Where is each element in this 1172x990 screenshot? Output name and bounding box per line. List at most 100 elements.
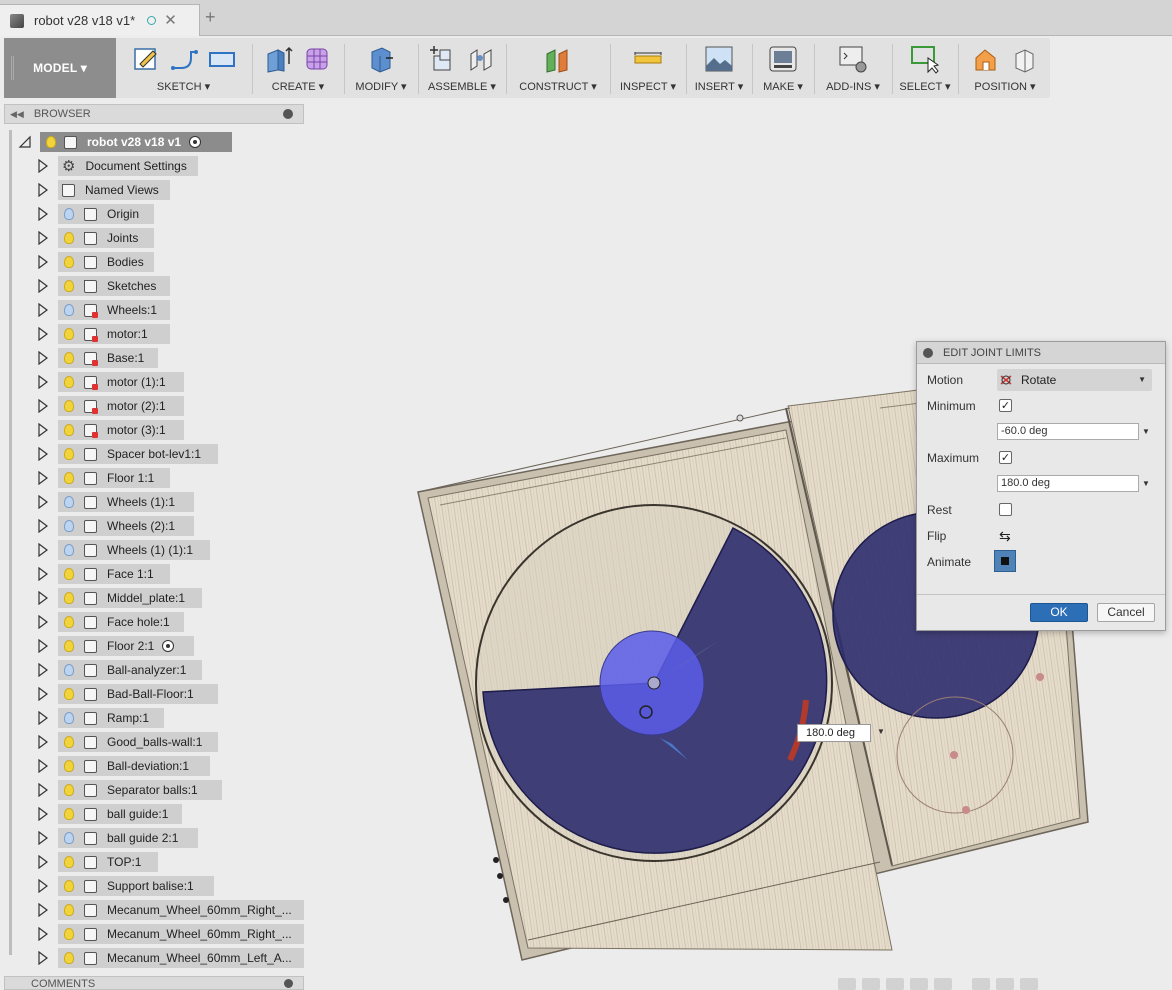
expand-triangle-icon[interactable]	[38, 924, 48, 944]
orbit-icon[interactable]	[838, 978, 856, 990]
expand-triangle-icon[interactable]	[38, 780, 48, 800]
visibility-bulb-icon[interactable]	[64, 592, 74, 604]
flip-icon[interactable]: ⇆	[999, 528, 1011, 545]
turntable-disk[interactable]	[475, 504, 833, 862]
expand-triangle-icon[interactable]	[38, 420, 48, 440]
browser-item[interactable]: Wheels:1	[58, 300, 170, 320]
maximum-checkbox[interactable]: ✓	[999, 451, 1012, 464]
sketch-group[interactable]: SKETCH ▾	[116, 38, 251, 98]
select-icon[interactable]	[910, 44, 940, 74]
pan-icon[interactable]	[886, 978, 904, 990]
angle-input[interactable]: 180.0 deg	[797, 724, 871, 742]
expand-triangle-icon[interactable]	[38, 396, 48, 416]
root-component[interactable]: robot v28 v18 v1	[40, 132, 232, 152]
visibility-bulb-icon[interactable]	[64, 832, 74, 844]
browser-item[interactable]: Face 1:1	[58, 564, 170, 584]
visibility-bulb-icon[interactable]	[64, 928, 74, 940]
angle-dropdown-icon[interactable]: ▼	[877, 727, 885, 736]
look-at-icon[interactable]	[862, 978, 880, 990]
browser-item[interactable]: Wheels (2):1	[58, 516, 194, 536]
browser-item[interactable]: ball guide 2:1	[58, 828, 198, 848]
visibility-bulb-icon[interactable]	[64, 808, 74, 820]
minimum-dropdown-icon[interactable]: ▼	[1142, 427, 1150, 436]
expand-triangle-icon[interactable]	[38, 636, 48, 656]
maximum-value-input[interactable]: 180.0 deg	[997, 475, 1139, 492]
visibility-bulb-icon[interactable]	[64, 952, 74, 964]
expand-triangle-icon[interactable]	[38, 612, 48, 632]
visibility-bulb-icon[interactable]	[64, 784, 74, 796]
expand-triangle-icon[interactable]	[38, 948, 48, 968]
minimize-icon[interactable]	[283, 109, 293, 119]
visibility-bulb-icon[interactable]	[64, 448, 74, 460]
visibility-bulb-icon[interactable]	[64, 400, 74, 412]
expand-triangle-icon[interactable]	[38, 540, 48, 560]
visibility-bulb-icon[interactable]	[64, 520, 74, 532]
expand-triangle-icon[interactable]	[38, 588, 48, 608]
visibility-bulb-icon[interactable]	[64, 568, 74, 580]
select-group[interactable]: SELECT ▾	[894, 38, 956, 98]
browser-item[interactable]: Wheels (1) (1):1	[58, 540, 210, 560]
visibility-bulb-icon[interactable]	[64, 544, 74, 556]
browser-item[interactable]: Base:1	[58, 348, 158, 368]
motion-select[interactable]: Rotate ▼	[997, 369, 1152, 391]
browser-item[interactable]: Separator balls:1	[58, 780, 222, 800]
visibility-bulb-icon[interactable]	[64, 880, 74, 892]
visibility-bulb-icon[interactable]	[64, 208, 74, 220]
visibility-bulb-icon[interactable]	[64, 376, 74, 388]
root-row[interactable]	[18, 132, 32, 152]
visibility-bulb-icon[interactable]	[64, 760, 74, 772]
expand-triangle-icon[interactable]	[38, 300, 48, 320]
form-icon[interactable]	[302, 44, 332, 74]
close-tab-icon[interactable]: ✕	[164, 13, 177, 28]
construct-group[interactable]: CONSTRUCT ▾	[508, 38, 608, 98]
comments-panel[interactable]: COMMENTS	[4, 976, 304, 990]
workspace-switcher[interactable]: MODEL ▾	[4, 38, 116, 98]
expand-triangle-icon[interactable]	[38, 660, 48, 680]
expand-triangle-icon[interactable]	[38, 348, 48, 368]
cancel-button[interactable]: Cancel	[1097, 603, 1155, 622]
visibility-bulb-icon[interactable]	[64, 904, 74, 916]
insert-image-icon[interactable]	[704, 44, 734, 74]
rest-checkbox[interactable]	[999, 503, 1012, 516]
position-group[interactable]: POSITION ▾	[960, 38, 1050, 98]
create-group[interactable]: CREATE ▾	[254, 38, 342, 98]
visibility-bulb-icon[interactable]	[64, 256, 74, 268]
line-icon[interactable]	[169, 44, 199, 74]
expand-triangle-icon[interactable]	[38, 732, 48, 752]
visibility-bulb-icon[interactable]	[64, 232, 74, 244]
expand-triangle-icon[interactable]	[38, 852, 48, 872]
minimum-checkbox[interactable]: ✓	[999, 399, 1012, 412]
expand-triangle-icon[interactable]	[38, 204, 48, 224]
browser-item[interactable]: Ball-deviation:1	[58, 756, 210, 776]
visibility-bulb-icon[interactable]	[46, 136, 56, 148]
visibility-bulb-icon[interactable]	[64, 616, 74, 628]
browser-item[interactable]: Support balise:1	[58, 876, 214, 896]
inspect-group[interactable]: INSPECT ▾	[612, 38, 684, 98]
expand-triangle-icon[interactable]	[38, 708, 48, 728]
browser-item[interactable]: Sketches	[58, 276, 170, 296]
zoom-icon[interactable]	[910, 978, 928, 990]
browser-item[interactable]: motor (3):1	[58, 420, 184, 440]
expand-triangle-icon[interactable]	[38, 324, 48, 344]
grid-settings-icon[interactable]	[996, 978, 1014, 990]
visibility-bulb-icon[interactable]	[64, 280, 74, 292]
expand-triangle-icon[interactable]	[38, 156, 48, 176]
expand-triangle-icon[interactable]	[38, 252, 48, 272]
expand-triangle-icon[interactable]	[38, 876, 48, 896]
new-component-icon[interactable]	[428, 44, 458, 74]
activate-radio-icon[interactable]	[162, 640, 175, 652]
browser-item[interactable]: Bad-Ball-Floor:1	[58, 684, 218, 704]
viewports-icon[interactable]	[1020, 978, 1038, 990]
browser-item[interactable]: Middel_plate:1	[58, 588, 202, 608]
expand-triangle-icon[interactable]	[38, 804, 48, 824]
addins-group[interactable]: ADD-INS ▾	[816, 38, 890, 98]
visibility-bulb-icon[interactable]	[64, 712, 74, 724]
animate-button[interactable]	[994, 550, 1016, 572]
press-pull-icon[interactable]	[366, 44, 396, 74]
browser-item[interactable]: Mecanum_Wheel_60mm_Left_A...	[58, 948, 304, 968]
browser-item[interactable]: Good_balls-wall:1	[58, 732, 218, 752]
extrude-icon[interactable]	[264, 44, 294, 74]
expand-triangle-icon[interactable]	[38, 684, 48, 704]
browser-item[interactable]: Mecanum_Wheel_60mm_Right_...	[58, 900, 304, 920]
browser-item[interactable]: Spacer bot-lev1:1	[58, 444, 218, 464]
